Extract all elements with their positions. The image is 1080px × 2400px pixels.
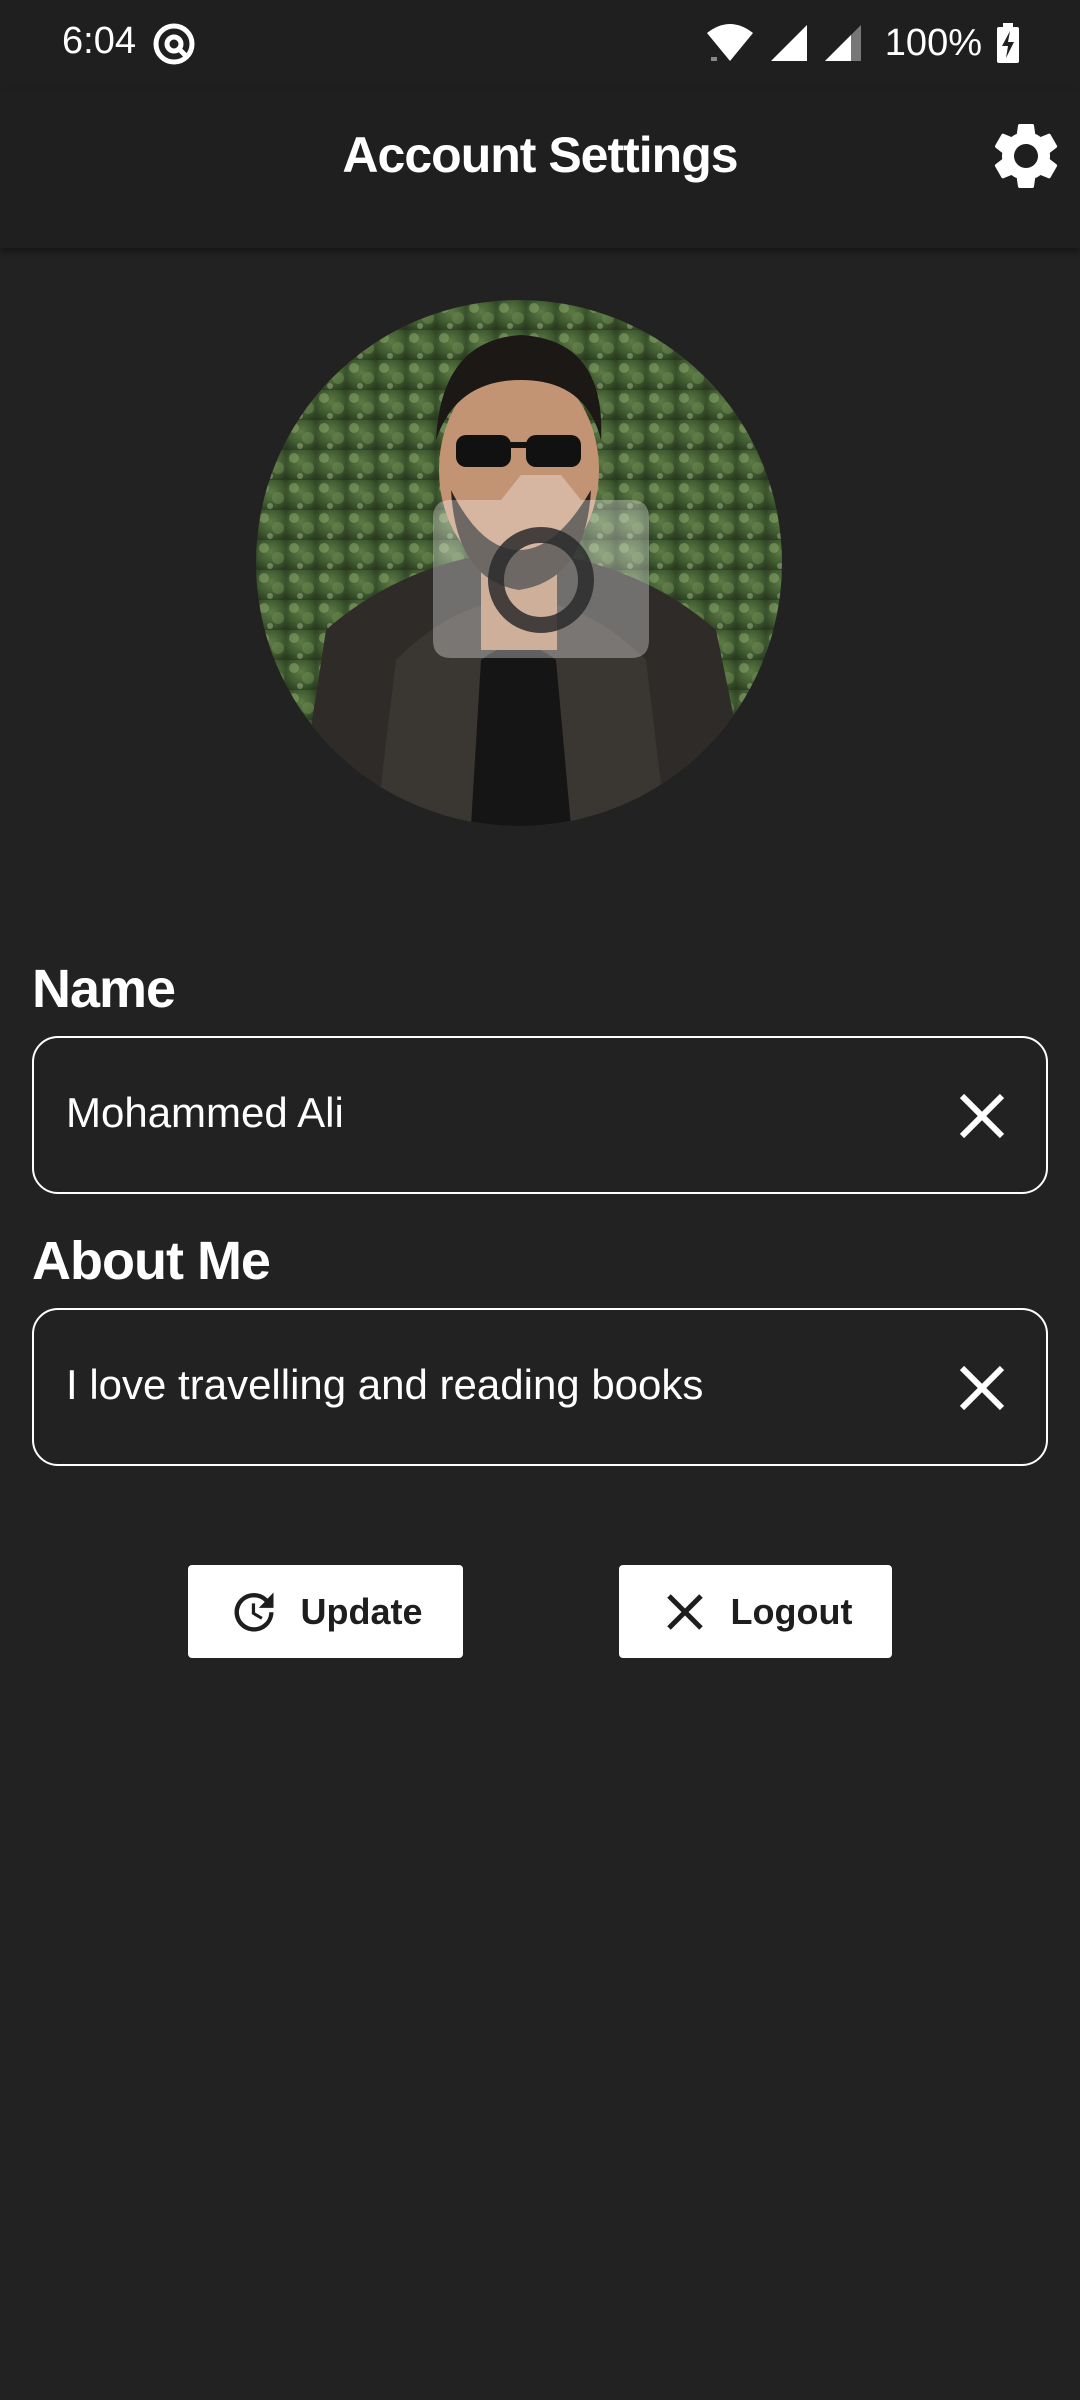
gear-icon[interactable] <box>986 116 1066 196</box>
close-icon[interactable] <box>954 1360 1010 1416</box>
about-input[interactable] <box>64 1360 928 1410</box>
status-bar: 6:04 100% <box>0 0 1080 90</box>
status-icons: 100% <box>705 18 1020 68</box>
about-label: About Me <box>32 1231 271 1291</box>
page-title: Account Settings <box>342 127 738 183</box>
logout-button[interactable]: Logout <box>619 1565 892 1658</box>
profile-avatar[interactable] <box>256 300 782 826</box>
close-icon[interactable] <box>954 1088 1010 1144</box>
name-label: Name <box>32 959 176 1019</box>
wifi-icon <box>706 24 753 61</box>
about-field[interactable] <box>32 1308 1048 1466</box>
status-time: 6:04 <box>62 20 136 62</box>
name-field[interactable] <box>32 1036 1048 1194</box>
update-label: Update <box>300 1590 423 1632</box>
at-sign-icon <box>153 23 195 65</box>
app-bar: Account Settings <box>0 90 1080 248</box>
update-icon <box>234 1592 274 1631</box>
signal-icon <box>770 25 807 61</box>
battery-charging-icon <box>997 23 1019 63</box>
logout-label: Logout <box>730 1590 853 1632</box>
battery-percent: 100% <box>884 21 982 64</box>
signal-icon <box>824 25 861 61</box>
camera-icon <box>433 475 649 658</box>
update-button[interactable]: Update <box>188 1565 463 1658</box>
name-input[interactable] <box>64 1088 928 1138</box>
close-icon <box>666 1593 703 1630</box>
